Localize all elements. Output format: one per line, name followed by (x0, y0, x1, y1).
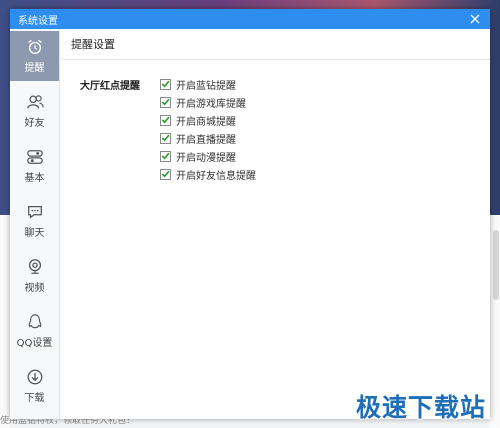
checkmark-icon (161, 80, 170, 88)
page-title: 提醒设置 (60, 29, 490, 60)
settings-sidebar: 提醒 好友 基本 聊天 视频 QQ设置 下载 (10, 29, 60, 419)
option-label: 开启商城提醒 (176, 116, 236, 128)
sidebar-item-label: 视频 (24, 283, 45, 294)
sidebar-item-video[interactable]: 视频 (10, 251, 59, 301)
download-icon (27, 369, 42, 385)
sidebar-item-label: 聊天 (24, 228, 45, 239)
section-label: 大厅红点提醒 (80, 81, 140, 92)
chat-bubble-icon (27, 205, 42, 219)
option-live-stream[interactable]: 开启直播提醒 (160, 129, 256, 147)
lobby-red-dot-section: 大厅红点提醒 开启蓝钻提醒 开启游戏库提醒 开启商城提醒 开启直播提醒 开启动漫… (80, 75, 256, 183)
sidebar-item-label: 基本 (24, 173, 45, 184)
site-watermark: 极速下载站 (355, 393, 486, 422)
alarm-clock-icon (27, 39, 42, 54)
sidebar-item-reminder[interactable]: 提醒 (10, 31, 59, 81)
checkbox[interactable] (160, 114, 171, 126)
webcam-icon (28, 259, 41, 274)
option-friend-info[interactable]: 开启好友信息提醒 (160, 165, 256, 183)
option-mall[interactable]: 开启商城提醒 (160, 111, 256, 129)
option-game-library[interactable]: 开启游戏库提醒 (160, 93, 256, 111)
option-blue-diamond[interactable]: 开启蓝钻提醒 (160, 75, 256, 93)
sidebar-item-label: 好友 (24, 118, 45, 129)
option-anime[interactable]: 开启动漫提醒 (160, 147, 256, 165)
checkbox[interactable] (160, 78, 171, 90)
option-label: 开启好友信息提醒 (176, 170, 256, 182)
option-label: 开启游戏库提醒 (176, 98, 246, 110)
system-settings-dialog: 系统设置 提醒 好友 基本 聊天 视频 QQ设置 下载 提醒设置 大厅红点提醒 … (10, 9, 490, 419)
sidebar-item-download[interactable]: 下载 (10, 361, 59, 411)
penguin-icon (28, 314, 41, 329)
sidebar-item-label: 下载 (24, 393, 45, 404)
sidebar-item-chat[interactable]: 聊天 (10, 196, 59, 246)
reminder-options: 开启蓝钻提醒 开启游戏库提醒 开启商城提醒 开启直播提醒 开启动漫提醒 开启好友… (160, 75, 256, 183)
checkmark-icon (161, 98, 170, 106)
settings-content: 提醒设置 大厅红点提醒 开启蓝钻提醒 开启游戏库提醒 开启商城提醒 开启直播提醒… (60, 29, 490, 419)
background-scrollbar[interactable] (493, 230, 499, 300)
checkmark-icon (161, 170, 170, 178)
sidebar-item-label: QQ设置 (16, 338, 53, 349)
checkmark-icon (161, 134, 170, 142)
toggle-settings-icon (26, 150, 43, 164)
checkbox[interactable] (160, 150, 171, 162)
option-label: 开启动漫提醒 (176, 152, 236, 164)
option-label: 开启直播提醒 (176, 134, 236, 146)
sidebar-item-friends[interactable]: 好友 (10, 86, 59, 136)
checkbox[interactable] (160, 96, 171, 108)
dialog-titlebar[interactable]: 系统设置 (10, 9, 490, 29)
sidebar-item-label: 提醒 (24, 63, 45, 74)
option-label: 开启蓝钻提醒 (176, 80, 236, 92)
checkbox[interactable] (160, 132, 171, 144)
checkmark-icon (161, 152, 170, 160)
close-button[interactable] (468, 12, 482, 26)
friends-icon (26, 95, 44, 109)
background-left-strip (0, 215, 10, 428)
checkbox[interactable] (160, 168, 171, 180)
sidebar-item-qq-settings[interactable]: QQ设置 (10, 306, 59, 356)
dialog-title: 系统设置 (18, 15, 58, 27)
sidebar-item-basic[interactable]: 基本 (10, 141, 59, 191)
checkmark-icon (161, 116, 170, 124)
close-icon (470, 14, 480, 24)
